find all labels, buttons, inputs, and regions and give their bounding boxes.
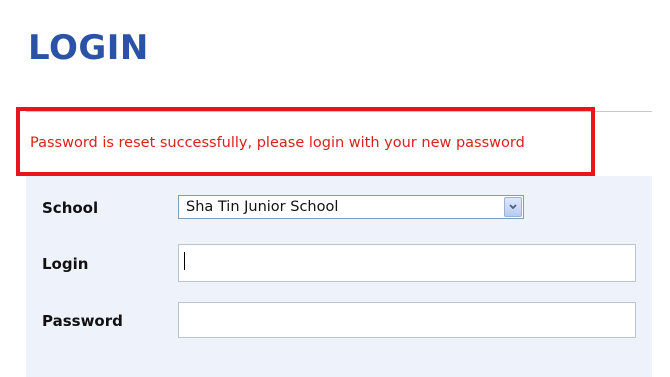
chevron-down-icon <box>509 204 517 210</box>
login-input[interactable] <box>178 244 636 282</box>
school-label: School <box>42 199 99 217</box>
password-input[interactable] <box>178 302 636 338</box>
alert-message: Password is reset successfully, please l… <box>30 135 525 151</box>
school-select-value: Sha Tin Junior School <box>186 199 339 215</box>
text-caret <box>184 252 185 270</box>
school-select-button[interactable] <box>504 197 522 217</box>
success-alert: Password is reset successfully, please l… <box>16 107 595 176</box>
password-label: Password <box>42 312 123 330</box>
login-label: Login <box>42 255 89 273</box>
page-title: LOGIN <box>28 28 149 68</box>
login-page: LOGIN Password is reset successfully, pl… <box>0 0 670 377</box>
school-select[interactable]: Sha Tin Junior School <box>178 195 524 219</box>
